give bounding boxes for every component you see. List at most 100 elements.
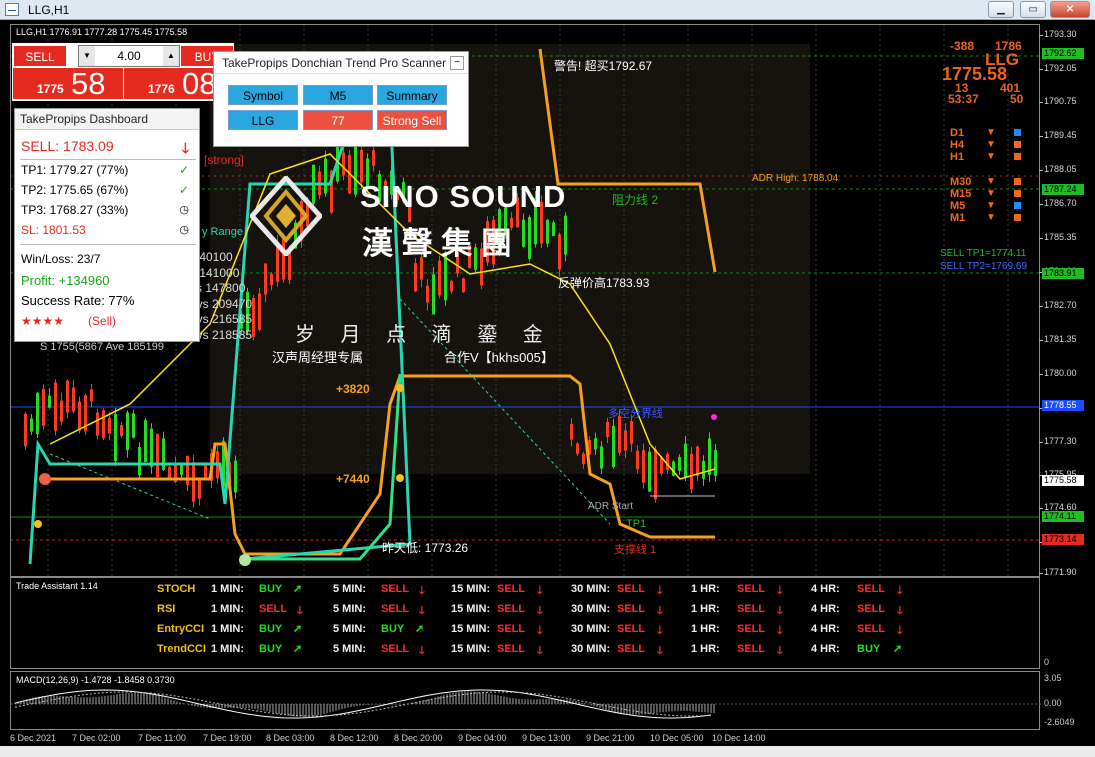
lot-decrease-icon[interactable]: ▼ [79, 46, 95, 66]
time-tick: 8 Dec 12:00 [330, 733, 379, 743]
profit-row: Profit: +134960 [21, 273, 110, 288]
candle-body [576, 443, 579, 454]
sino-sound-logo-icon [250, 176, 322, 256]
candle-body [102, 410, 105, 439]
candle-body [624, 430, 627, 451]
support-1-label: 支撑线 1 [614, 544, 657, 556]
candle-body [426, 285, 429, 303]
trend-square-icon [1014, 178, 1021, 185]
candle-body [60, 400, 63, 422]
watermark-manager: 汉声周经理专属 [272, 350, 364, 365]
candle-body [708, 438, 711, 475]
tp3-row: TP3: 1768.27 (33%) ◷ [21, 203, 189, 217]
timeframe-label: 4 HR: [811, 643, 840, 655]
tp1-row: TP1: 1779.27 (77%) ✓ [21, 163, 189, 177]
maximize-button[interactable]: ▭ [1020, 1, 1046, 18]
candle-body [120, 424, 123, 436]
price-tick: 1789.45 [1039, 130, 1077, 140]
window-titlebar[interactable]: LLG,H1 ▁ ▭ ✕ [0, 0, 1095, 20]
timeframe-label: 1 MIN: [211, 603, 244, 615]
candle-body [30, 418, 33, 432]
timeframe-label: 15 MIN: [451, 583, 491, 595]
scanner-summary-cell[interactable]: Strong Sell [377, 110, 447, 130]
timeframe-row: M1 ▼ [950, 212, 1030, 224]
candle-body [108, 418, 111, 434]
down-triangle-icon: ▼ [986, 176, 996, 187]
candle-body [606, 421, 609, 438]
chart-window-icon [5, 3, 19, 16]
down-arrow-icon: 🡓 [897, 605, 903, 617]
price-tick: 1792.05 [1039, 63, 1077, 73]
check-icon: ✓ [178, 163, 189, 177]
candle-body [72, 387, 75, 412]
lot-increase-icon[interactable]: ▲ [163, 46, 179, 66]
signal-value: SELL [857, 603, 886, 615]
time-tick: 8 Dec 20:00 [394, 733, 443, 743]
chart-ohlc-header: LLG,H1 1776.91 1777.28 1775.45 1775.58 [16, 27, 188, 37]
adr-start-label: ADR Start [588, 501, 634, 512]
signal-value: SELL [381, 583, 410, 595]
strong-label: [strong] [204, 153, 245, 167]
minimize-button[interactable]: ▁ [988, 1, 1014, 18]
down-arrow-icon: 🡓 [537, 605, 543, 617]
signal-value: BUY [857, 643, 881, 655]
candle-body [702, 460, 705, 479]
down-arrow-icon: 🡓 [657, 605, 663, 617]
candle-body [270, 273, 273, 286]
signal-value: SELL [857, 583, 886, 595]
price-tick: 1790.75 [1039, 96, 1077, 106]
star-icon: ★★★★ [21, 314, 65, 328]
timeframe-label: 4 HR: [811, 583, 840, 595]
price-axis: 1793.30 1792.05 1790.75 1789.45 1788.05 1786.… [1039, 24, 1095, 736]
close-button[interactable]: ✕ [1050, 1, 1090, 18]
down-arrow-icon: 🡓 [897, 585, 903, 597]
trend-square-icon [1014, 190, 1021, 197]
down-arrow-icon: 🡓 [657, 645, 663, 657]
macd-panel[interactable]: MACD(12,26,9) -1.4728 -1.8458 0.3730 [10, 671, 1041, 730]
timeframe-label: 5 MIN: [333, 623, 366, 635]
scanner-title: TakePropips Donchian Trend Pro Scanner [214, 52, 468, 74]
time-tick: 9 Dec 13:00 [522, 733, 571, 743]
sell-price-box[interactable]: 1775 58 [13, 68, 123, 99]
profit-marker-7440: +7440 [336, 472, 370, 486]
candle-body [66, 380, 69, 413]
signal-dot [396, 474, 404, 482]
scanner-m5-cell[interactable]: 77 [303, 110, 373, 130]
candle-body [48, 395, 51, 408]
signal-value: BUY [259, 623, 283, 635]
candle-body [132, 413, 135, 438]
adr-high-label: ADR High: 1788.04 [752, 173, 839, 184]
candle-body [138, 446, 141, 476]
indicator-name: RSI [157, 603, 176, 615]
timeframe-label: 30 MIN: [571, 583, 611, 595]
donchian-scanner-panel[interactable]: TakePropips Donchian Trend Pro Scanner −… [213, 51, 469, 147]
scanner-minimize-icon[interactable]: − [450, 56, 464, 70]
yesterday-low-label: 昨天低: 1773.26 [382, 541, 469, 555]
sell-button[interactable]: SELL [13, 45, 67, 67]
sell-tp2-label: SELL TP2=1769.69 [940, 261, 1028, 272]
candle-body [78, 401, 81, 431]
scanner-symbol-cell[interactable]: LLG [228, 110, 298, 130]
pivot-line-label: 多空分界线 [608, 408, 663, 420]
time-tick: 10 Dec 05:00 [650, 733, 704, 743]
up-arrow-icon: ➚ [293, 623, 303, 635]
down-arrow-icon: 🡓 [777, 625, 783, 637]
timeframe-label: 4 HR: [811, 623, 840, 635]
lot-size-input[interactable]: ▼ 4.00 ▲ [78, 45, 180, 67]
signal-dot [39, 473, 51, 485]
mtf-time: 53:37 [948, 92, 979, 106]
candle-body [204, 464, 207, 478]
price-tick: 1785.35 [1039, 232, 1077, 242]
scanner-header-summary: Summary [377, 85, 447, 105]
candle-body [570, 424, 573, 440]
time-axis: 6 Dec 2021 7 Dec 02:00 7 Dec 11:00 7 Dec 19… [10, 730, 1040, 746]
indicator-name: EntryCCI [157, 623, 205, 635]
timeframe-label: 1 HR: [691, 583, 720, 595]
price-tick: 1771.90 [1039, 567, 1077, 577]
down-triangle-icon: ▼ [986, 127, 996, 138]
resistance-2-label: 阻力线 2 [612, 193, 659, 207]
watermark-slogan: 岁 月 点 滴 鎏 金 [295, 324, 553, 346]
signal-value: SELL [497, 643, 526, 655]
down-arrow-icon: 🡓 [419, 585, 425, 597]
signal-value: SELL [497, 583, 526, 595]
